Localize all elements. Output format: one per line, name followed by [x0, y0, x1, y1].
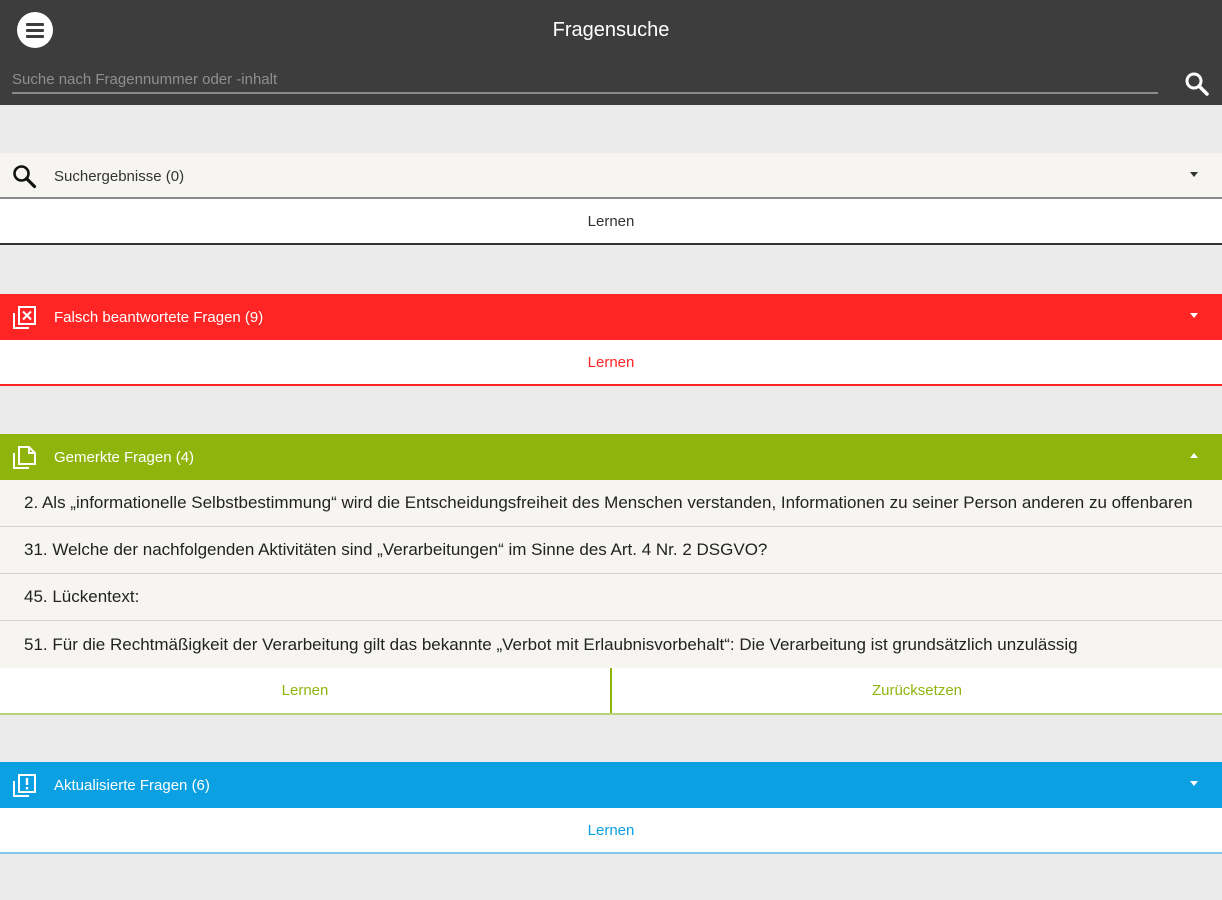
- wrong-learn-button[interactable]: Lernen: [0, 340, 1222, 384]
- updated-questions-title: Aktualisierte Fragen (6): [54, 777, 210, 794]
- marked-learn-button[interactable]: Lernen: [0, 668, 612, 713]
- marked-questions-title: Gemerkte Fragen (4): [54, 449, 195, 466]
- search-icon: [1185, 72, 1209, 96]
- question-text: 51. Für die Rechtmäßigkeit der Verarbeit…: [24, 634, 1078, 654]
- top-app-bar: Fragensuche: [0, 0, 1222, 105]
- question-text: 2. Als „informationelle Selbstbestimmung…: [24, 493, 1193, 512]
- wrong-answers-actions: Lernen: [0, 340, 1222, 386]
- wrong-answers-title: Falsch beantwortete Fragen (9): [54, 309, 264, 326]
- marked-reset-button[interactable]: Zurücksetzen: [612, 668, 1222, 713]
- chevron-down-icon[interactable]: [1190, 781, 1198, 786]
- question-list-item[interactable]: 31. Welche der nachfolgenden Aktivitäten…: [0, 527, 1222, 574]
- search-learn-button[interactable]: Lernen: [0, 199, 1222, 243]
- question-text: 31. Welche der nachfolgenden Aktivitäten…: [24, 540, 768, 559]
- question-list-item[interactable]: 45. Lückentext:: [0, 574, 1222, 621]
- marked-questions-actions: Lernen Zurücksetzen: [0, 668, 1222, 715]
- marked-questions-icon: [13, 446, 36, 469]
- updated-questions-actions: Lernen: [0, 808, 1222, 854]
- page-title: Fragensuche: [552, 19, 670, 41]
- wrong-answers-header[interactable]: Falsch beantwortete Fragen (9): [0, 294, 1222, 340]
- search-results-section: Suchergebnisse (0) Lernen: [0, 153, 1222, 245]
- updated-questions-icon: [13, 774, 36, 797]
- question-text: 45. Lückentext:: [24, 587, 140, 606]
- wrong-questions-icon: [13, 306, 36, 329]
- search-input[interactable]: [12, 66, 1158, 94]
- updated-questions-section: Aktualisierte Fragen (6) Lernen: [0, 762, 1222, 854]
- search-button[interactable]: [1183, 70, 1211, 98]
- search-icon: [13, 165, 37, 189]
- marked-questions-section: Gemerkte Fragen (4) 2. Als „informatione…: [0, 434, 1222, 715]
- updated-questions-header[interactable]: Aktualisierte Fragen (6): [0, 762, 1222, 808]
- chevron-down-icon[interactable]: [1190, 172, 1198, 177]
- search-results-actions: Lernen: [0, 199, 1222, 245]
- updated-learn-button[interactable]: Lernen: [0, 808, 1222, 852]
- search-results-title: Suchergebnisse (0): [54, 168, 185, 185]
- search-results-header[interactable]: Suchergebnisse (0): [0, 153, 1222, 199]
- marked-questions-header[interactable]: Gemerkte Fragen (4): [0, 434, 1222, 480]
- chevron-down-icon[interactable]: [1190, 313, 1198, 318]
- wrong-answers-section: Falsch beantwortete Fragen (9) Lernen: [0, 294, 1222, 386]
- question-list-item[interactable]: 51. Für die Rechtmäßigkeit der Verarbeit…: [0, 621, 1222, 668]
- question-list-item[interactable]: 2. Als „informationelle Selbstbestimmung…: [0, 480, 1222, 527]
- chevron-up-icon[interactable]: [1190, 453, 1198, 458]
